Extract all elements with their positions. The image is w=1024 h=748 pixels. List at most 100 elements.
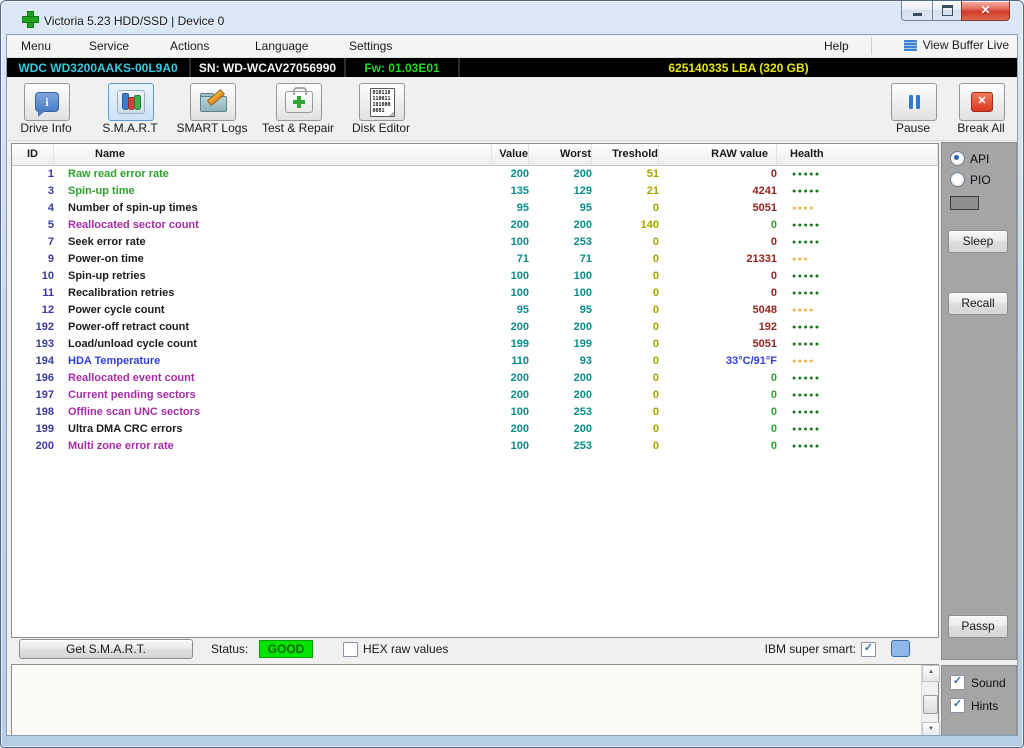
smart-table-row[interactable]: 198 Offline scan UNC sectors 100 253 0 0… [12, 404, 938, 421]
device-model: WDC WD3200AAKS-00L9A0 [7, 58, 191, 77]
attribute-name: Ultra DMA CRC errors [54, 421, 492, 438]
attribute-id: 1 [12, 166, 54, 183]
attribute-value: 100 [492, 268, 529, 285]
sound-checkbox[interactable]: ✓ [950, 675, 965, 690]
hints-checkbox[interactable]: ✓ [950, 698, 965, 713]
scroll-down-button[interactable]: ▼ [922, 722, 940, 736]
smart-table-row[interactable]: 5 Reallocated sector count 200 200 140 0… [12, 217, 938, 234]
binary-line: 101000 [373, 102, 394, 108]
smart-table-row[interactable]: 3 Spin-up time 135 129 21 4241 ●●●●● [12, 183, 938, 200]
close-button[interactable]: ✕ [961, 1, 1010, 21]
attribute-raw-value: 0 [659, 438, 777, 455]
hex-raw-values-checkbox[interactable] [343, 642, 358, 657]
attribute-id: 3 [12, 183, 54, 200]
column-header-treshold[interactable]: Treshold [592, 144, 659, 165]
attribute-id: 196 [12, 370, 54, 387]
attribute-value: 100 [492, 285, 529, 302]
smart-table-row[interactable]: 197 Current pending sectors 200 200 0 0 … [12, 387, 938, 404]
menu-item-help[interactable]: Help [824, 39, 849, 53]
attribute-name: Spin-up retries [54, 268, 492, 285]
device-info-bar: WDC WD3200AAKS-00L9A0 SN: WD-WCAV2705699… [7, 58, 1017, 77]
attribute-health-dots: ●●●●● [777, 438, 938, 455]
attribute-health-dots: ●●●●● [777, 234, 938, 251]
log-panel[interactable]: ▲ ▼ [11, 664, 939, 736]
close-icon: ✕ [980, 1, 990, 20]
break-all-button[interactable]: ✕ [959, 83, 1005, 121]
attribute-name: Offline scan UNC sectors [54, 404, 492, 421]
smart-table-row[interactable]: 194 HDA Temperature 110 93 0 33°C/91°F ●… [12, 353, 938, 370]
menu-item-service[interactable]: Service [89, 39, 129, 53]
minimize-icon [913, 13, 922, 16]
menubar: Menu Service Actions Language Settings H… [7, 35, 1017, 58]
column-header-value[interactable]: Value [492, 144, 529, 165]
attribute-treshold: 0 [592, 438, 659, 455]
smart-table-row[interactable]: 10 Spin-up retries 100 100 0 0 ●●●●● [12, 268, 938, 285]
smart-table-row[interactable]: 199 Ultra DMA CRC errors 200 200 0 0 ●●●… [12, 421, 938, 438]
column-header-name[interactable]: Name [54, 144, 492, 165]
column-header-id[interactable]: ID [12, 144, 54, 165]
attribute-worst: 71 [529, 251, 592, 268]
attribute-id: 7 [12, 234, 54, 251]
log-scrollbar[interactable]: ▲ ▼ [921, 665, 938, 736]
passp-button[interactable]: Passp [948, 615, 1008, 638]
recall-button[interactable]: Recall [948, 292, 1008, 315]
smart-table-row[interactable]: 9 Power-on time 71 71 0 21331 ●●● [12, 251, 938, 268]
column-header-raw-value[interactable]: RAW value [659, 144, 777, 165]
attribute-raw-value: 4241 [659, 183, 777, 200]
test-repair-button[interactable] [276, 83, 322, 121]
attribute-worst: 93 [529, 353, 592, 370]
titlebar[interactable]: Victoria 5.23 HDD/SSD | Device 0 ✕ [1, 1, 1023, 34]
smart-table-row[interactable]: 11 Recalibration retries 100 100 0 0 ●●●… [12, 285, 938, 302]
activity-indicator-box [950, 196, 979, 210]
status-label: Status: [211, 642, 248, 656]
attribute-value: 135 [492, 183, 529, 200]
smart-table-row[interactable]: 200 Multi zone error rate 100 253 0 0 ●●… [12, 438, 938, 455]
attribute-treshold: 51 [592, 166, 659, 183]
drive-info-button[interactable]: i [24, 83, 70, 121]
maximize-button[interactable] [933, 1, 961, 21]
smart-table-row[interactable]: 12 Power cycle count 95 95 0 5048 ●●●● [12, 302, 938, 319]
attribute-name: Load/unload cycle count [54, 336, 492, 353]
disk-editor-button[interactable]: 010110 110011 101000 0001 [359, 83, 405, 121]
column-header-worst[interactable]: Worst [529, 144, 592, 165]
sidebar-options: ✓ Sound ✓ Hints [941, 665, 1017, 736]
attribute-name: Power-on time [54, 251, 492, 268]
menu-item-language[interactable]: Language [255, 39, 308, 53]
attribute-worst: 200 [529, 421, 592, 438]
attribute-id: 199 [12, 421, 54, 438]
smart-button[interactable] [108, 83, 154, 121]
menu-item-menu[interactable]: Menu [21, 39, 51, 53]
smart-table-row[interactable]: 193 Load/unload cycle count 199 199 0 50… [12, 336, 938, 353]
pio-radio[interactable] [950, 172, 965, 187]
minimize-button[interactable] [901, 1, 933, 21]
attribute-id: 200 [12, 438, 54, 455]
smart-table-row[interactable]: 7 Seek error rate 100 253 0 0 ●●●●● [12, 234, 938, 251]
attribute-health-dots: ●●●●● [777, 370, 938, 387]
smart-table-row[interactable]: 1 Raw read error rate 200 200 51 0 ●●●●● [12, 166, 938, 183]
attribute-raw-value: 0 [659, 268, 777, 285]
attribute-treshold: 0 [592, 234, 659, 251]
ibm-super-smart-checkbox[interactable]: ✓ [861, 642, 876, 657]
scroll-thumb[interactable] [923, 695, 938, 714]
menu-item-settings[interactable]: Settings [349, 39, 392, 53]
attribute-name: Current pending sectors [54, 387, 492, 404]
api-radio[interactable] [950, 151, 965, 166]
attribute-health-dots: ●●●●● [777, 404, 938, 421]
smart-table-row[interactable]: 4 Number of spin-up times 95 95 0 5051 ●… [12, 200, 938, 217]
pause-button[interactable] [891, 83, 937, 121]
attribute-worst: 253 [529, 234, 592, 251]
view-buffer-live-button[interactable]: View Buffer Live [904, 38, 1009, 52]
smart-logs-button[interactable] [190, 83, 236, 121]
get-smart-button[interactable]: Get S.M.A.R.T. [19, 639, 193, 659]
folder-pencil-icon [199, 91, 227, 113]
column-header-health[interactable]: Health [777, 144, 938, 165]
menu-item-actions[interactable]: Actions [170, 39, 209, 53]
attribute-worst: 200 [529, 217, 592, 234]
binary-line: 110011 [373, 96, 394, 102]
smart-table-row[interactable]: 192 Power-off retract count 200 200 0 19… [12, 319, 938, 336]
sleep-button[interactable]: Sleep [948, 230, 1008, 253]
scroll-up-button[interactable]: ▲ [922, 665, 940, 682]
maximize-icon [942, 5, 953, 16]
smart-table-row[interactable]: 196 Reallocated event count 200 200 0 0 … [12, 370, 938, 387]
attribute-treshold: 0 [592, 404, 659, 421]
